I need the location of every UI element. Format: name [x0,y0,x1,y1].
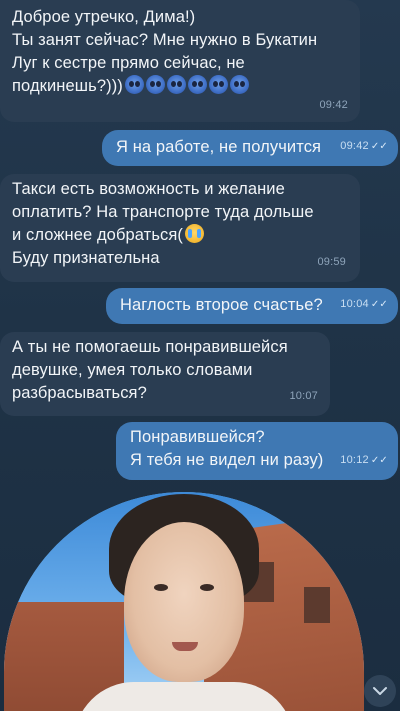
message-text: Я на работе, не получится [116,138,322,156]
stitch-sticker-icon [145,75,165,94]
message-bubble-outgoing[interactable]: Я на работе, не получится 09:42 ✓✓ [102,130,398,166]
stitch-sticker-icon [208,75,228,94]
scroll-down-button[interactable] [364,675,396,707]
message-line: Ты занят сейчас? Мне нужно в Букатин [12,31,318,49]
video-duration-badge[interactable]: 0:09 🔇 [16,502,68,524]
message-line: подкинешь?))) [12,75,348,98]
message-line: А ты не помогаешь понравившейся [12,338,288,356]
message-bubble-incoming[interactable]: Доброе утречко, Дима!) Ты занят сейчас? … [0,0,360,122]
message-line: девушке, умея только словами [12,361,253,379]
message-bubble-incoming[interactable]: А ты не помогаешь понравившейся девушке,… [0,332,330,416]
message-line: разбрасываться? [12,384,147,402]
message-bubble-outgoing[interactable]: Наглость второе счастье? 10:04 ✓✓ [106,288,398,324]
message-time-status: 09:42 ✓✓ [340,140,388,152]
message-text: Наглость второе счастье? [120,296,323,314]
stitch-sticker-icon [124,75,144,94]
message-time: 09:59 [317,256,346,268]
message-bubble-outgoing[interactable]: Понравившейся? Я тебя не видел ни разу) … [116,422,398,480]
person-face [124,522,244,682]
chevron-down-icon [373,687,387,695]
double-check-icon: ✓✓ [370,455,388,466]
message-line: Буду признательна [12,249,160,267]
crying-face-emoji-icon [185,224,205,243]
message-line: Доброе утречко, Дима!) [12,8,196,26]
stitch-sticker-icon [166,75,186,94]
message-bubble-incoming[interactable]: Такси есть возможность и желание оплатит… [0,174,360,282]
stitch-sticker-icon [187,75,207,94]
message-line: Понравившейся? [130,428,265,446]
chat-area[interactable]: Доброе утречко, Дима!) Ты занят сейчас? … [0,0,400,711]
message-time-status: 10:04 ✓✓ [340,298,388,310]
stitch-sticker-icon [229,75,249,94]
message-line: оплатить? На транспорте туда дольше [12,203,314,221]
message-time: 09:42 [319,99,348,111]
message-line: Такси есть возможность и желание [12,180,285,198]
message-time-status: 10:12 ✓✓ [340,454,388,466]
video-message[interactable]: 0:09 🔇 [4,492,364,711]
double-check-icon: ✓✓ [370,299,388,310]
message-line: Луг к сестре прямо сейчас, не [12,54,245,72]
message-line: и сложнее добраться( [12,224,348,247]
double-check-icon: ✓✓ [370,141,388,152]
message-time: 10:07 [289,390,318,402]
muted-speaker-icon: 🔇 [48,508,61,519]
